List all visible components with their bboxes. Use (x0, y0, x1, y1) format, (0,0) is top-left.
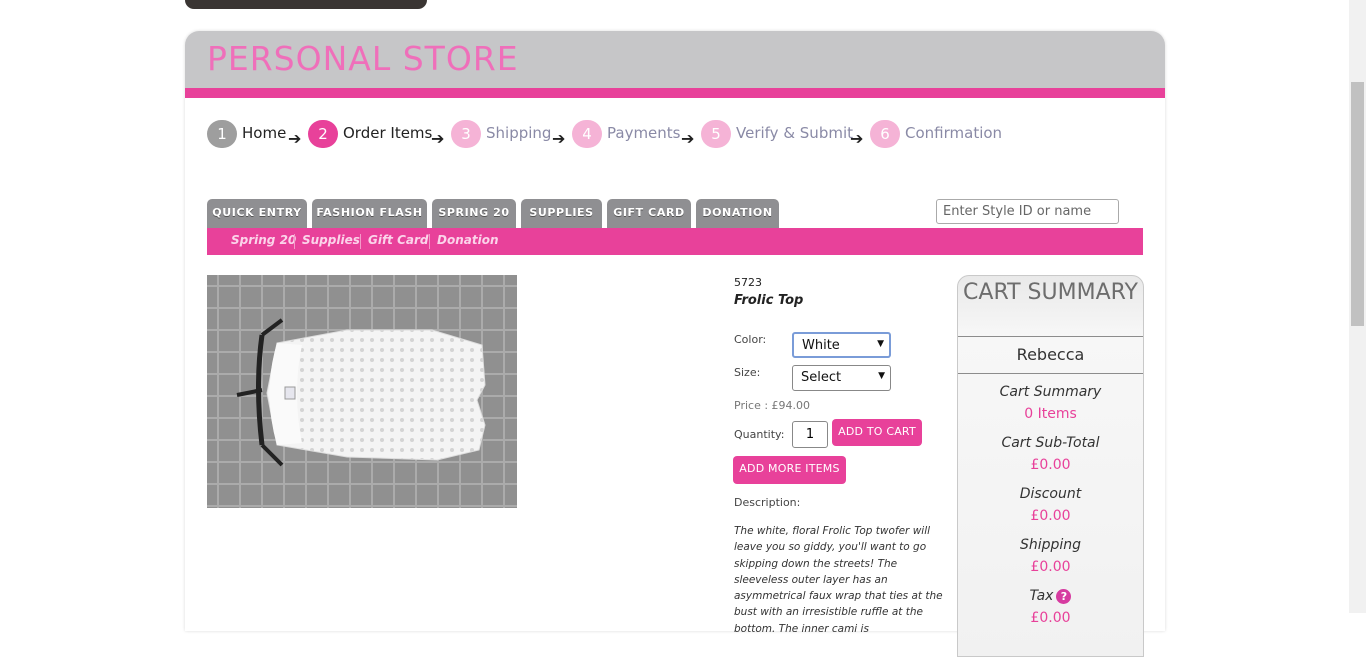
arrow-right-icon: ➔ (850, 129, 864, 148)
subnav-divider (294, 234, 295, 249)
tab-fashion-flash[interactable]: FASHION FLASH (312, 199, 427, 228)
cart-discount-value: £0.00 (1030, 508, 1071, 524)
page-scrollbar-thumb[interactable] (1351, 82, 1364, 326)
quantity-label: Quantity: (734, 428, 785, 441)
subnav-divider (360, 234, 361, 249)
style-search-input[interactable] (936, 199, 1119, 224)
tab-spring-20[interactable]: SPRING 20 (432, 199, 516, 228)
cart-tax-value: £0.00 (1030, 610, 1071, 626)
color-select-value: White (802, 338, 840, 353)
cart-summary-label: Cart Summary (999, 384, 1102, 400)
cart-summary: CART SUMMARY Rebecca Cart Summary 0 Item… (957, 275, 1144, 657)
cart-tax-label: Tax (1029, 588, 1054, 604)
cart-subtotal-value: £0.00 (1030, 457, 1071, 473)
step-number: 5 (701, 120, 731, 148)
step-label: Shipping (486, 124, 552, 142)
store-header: PERSONAL STORE (185, 31, 1165, 88)
description-label: Description: (734, 496, 801, 509)
cart-user-name: Rebecca (1016, 345, 1085, 364)
color-select[interactable]: White ▼ (792, 332, 891, 358)
cart-item-count[interactable]: 0 Items (958, 406, 1143, 422)
store-title: PERSONAL STORE (207, 39, 519, 78)
step-label: Home (242, 124, 287, 142)
caret-down-icon: ▼ (878, 371, 885, 381)
step-label: Order Items (343, 124, 433, 142)
tab-donation[interactable]: DONATION (696, 199, 779, 228)
cart-discount-label: Discount (1019, 486, 1082, 502)
subnav-divider (429, 234, 430, 249)
size-select[interactable]: Select ▼ (792, 365, 891, 391)
arrow-right-icon: ➔ (288, 129, 302, 148)
step-label: Verify & Submit (736, 124, 853, 142)
store-panel: PERSONAL STORE 1 Home ➔ 2 Order Items ➔ … (185, 31, 1165, 657)
cart-title: CART SUMMARY (963, 280, 1138, 305)
cart-shipping-value: £0.00 (1030, 559, 1071, 575)
arrow-right-icon: ➔ (552, 129, 566, 148)
color-label: Color: (734, 333, 767, 346)
header-stripe (185, 88, 1165, 98)
subnav-spring-20[interactable]: Spring 20 (231, 233, 296, 247)
product-id: 5723 (734, 276, 762, 289)
step-number: 2 (308, 120, 338, 148)
cart-subtotal-label: Cart Sub-Total (1001, 435, 1100, 451)
size-select-value: Select (801, 370, 842, 385)
step-label: Confirmation (905, 124, 1003, 142)
help-icon[interactable]: ? (1056, 588, 1072, 604)
add-to-cart-button[interactable]: ADD TO CART (832, 419, 922, 446)
step-number: 1 (207, 120, 237, 148)
product-name: Frolic Top (734, 293, 804, 308)
tab-quick-entry[interactable]: QUICK ENTRY (207, 199, 307, 228)
subnav-supplies[interactable]: Supplies (302, 233, 360, 247)
step-number: 6 (870, 120, 900, 148)
product-price: Price : £94.00 (734, 399, 811, 412)
cart-divider (958, 336, 1143, 337)
size-label: Size: (734, 366, 761, 379)
subnav-bar: Spring 20 Supplies Gift Card Donation (207, 228, 1143, 255)
cart-tax-row: Tax? (958, 588, 1143, 604)
tab-gift-card[interactable]: GIFT CARD (607, 199, 691, 228)
step-number: 4 (572, 120, 602, 148)
step-label: Payments (607, 124, 681, 142)
arrow-right-icon: ➔ (431, 129, 445, 148)
tab-supplies[interactable]: SUPPLIES (521, 199, 602, 228)
product-image (207, 275, 517, 508)
cart-shipping-label: Shipping (1019, 537, 1082, 553)
step-number: 3 (451, 120, 481, 148)
arrow-right-icon: ➔ (681, 129, 695, 148)
subnav-donation[interactable]: Donation (437, 233, 498, 247)
quantity-input[interactable] (792, 421, 828, 448)
add-more-items-button[interactable]: ADD MORE ITEMS (733, 456, 846, 484)
description-text: The white, floral Frolic Top twofer will… (734, 525, 943, 635)
caret-down-icon: ▼ (877, 339, 884, 349)
cart-divider (958, 373, 1143, 374)
subnav-gift-card[interactable]: Gift Card (368, 233, 429, 247)
top-bar-remnant (185, 0, 427, 9)
